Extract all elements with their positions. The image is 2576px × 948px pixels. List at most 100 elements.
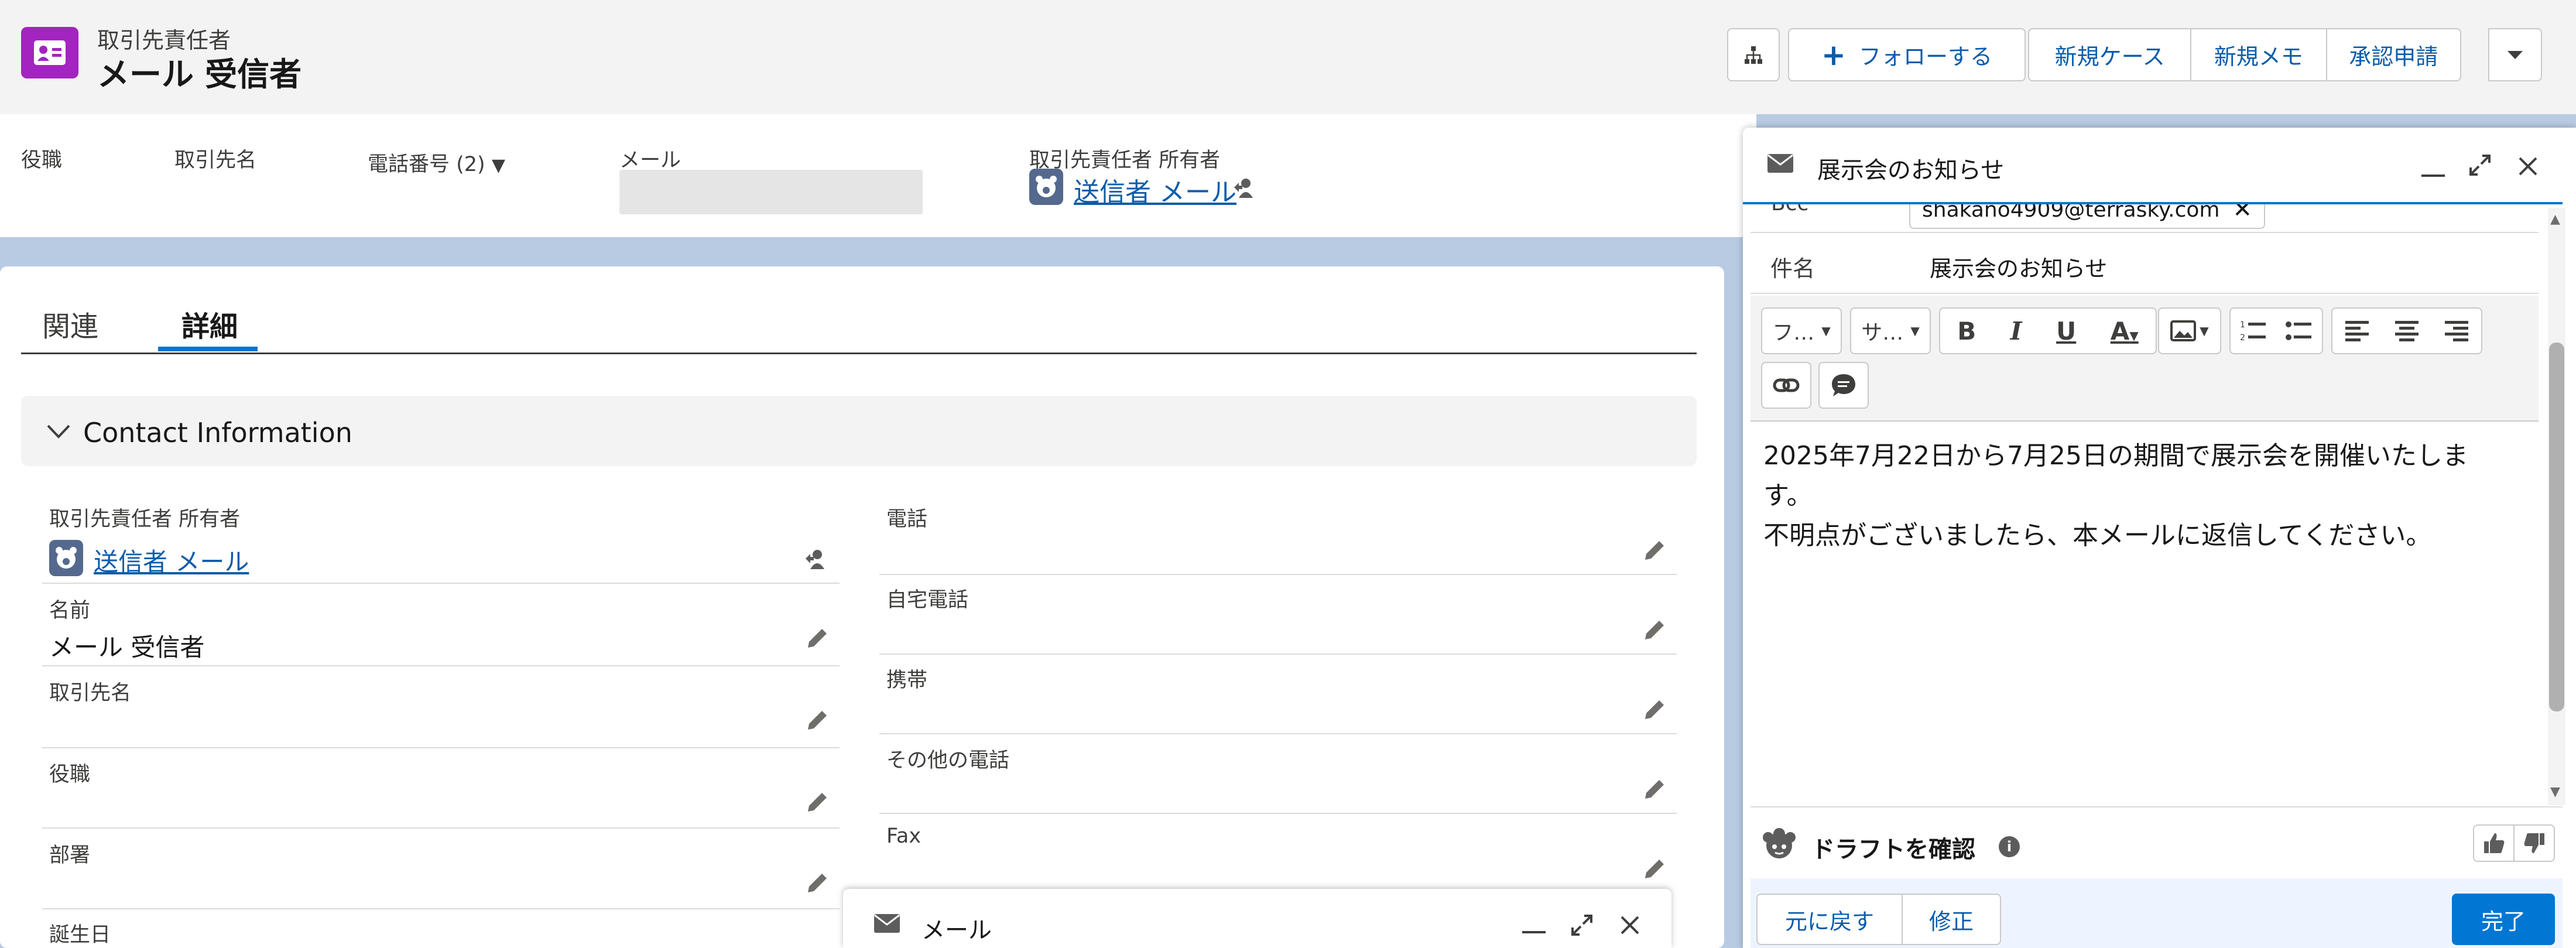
hierarchy-icon: [1745, 46, 1762, 64]
field-divider: [1751, 293, 2539, 294]
tab-underline: [21, 352, 1697, 354]
follow-label: フォローする: [1858, 44, 1992, 70]
text-color-icon[interactable]: A▼: [2111, 317, 2139, 345]
new-memo-button[interactable]: 新規メモ: [2191, 29, 2327, 80]
edit-fax-pencil-icon[interactable]: [1640, 855, 1669, 883]
svg-text:1: 1: [2240, 320, 2245, 330]
owner-avatar: [1029, 169, 1063, 205]
align-center-icon[interactable]: [2394, 320, 2420, 342]
feedback-buttons: [2473, 824, 2555, 862]
email-body-editor[interactable]: 2025年7月22日から7月25日の期間で展示会を開催いたしま す。 不明点がご…: [1763, 436, 2524, 805]
chat-bubble-icon: [1832, 374, 1855, 396]
underline-icon[interactable]: U: [2056, 317, 2076, 345]
bulleted-list-icon[interactable]: [2286, 319, 2313, 343]
field-value-name: メール 受信者: [49, 633, 205, 662]
contact-object-icon: [21, 27, 78, 78]
field-label-account: 取引先名: [49, 682, 132, 705]
font-family-value: フ…: [1772, 321, 1815, 345]
edit-home-phone-pencil-icon[interactable]: [1640, 616, 1669, 644]
numbered-list-icon[interactable]: 12: [2240, 319, 2267, 343]
field-label-owner: 取引先責任者 所有者: [49, 508, 241, 531]
align-left-icon[interactable]: [2344, 320, 2370, 342]
italic-icon[interactable]: I: [2010, 317, 2022, 345]
more-actions-button[interactable]: [2488, 28, 2542, 81]
edit-other-phone-pencil-icon[interactable]: [1640, 775, 1669, 803]
minimize-icon[interactable]: [1522, 931, 1546, 933]
follow-button[interactable]: + フォローする: [1788, 28, 2026, 81]
field-label-other-phone: その他の電話: [886, 749, 1010, 772]
scroll-up-icon[interactable]: ▲: [2550, 212, 2560, 227]
field-label-title: 役職: [49, 763, 91, 786]
active-tab-indicator: [158, 347, 258, 351]
new-case-button[interactable]: 新規ケース: [2029, 29, 2192, 80]
field-divider: [42, 665, 840, 666]
highlight-email-label: メール: [619, 149, 681, 172]
image-icon: [2170, 320, 2197, 341]
caret-down-icon: ▼: [491, 155, 505, 176]
font-size-select[interactable]: サ… ▼: [1850, 307, 1931, 354]
subject-input[interactable]: 展示会のお知らせ: [1930, 251, 2107, 283]
field-label-birthday: 誕生日: [49, 923, 111, 947]
edit-account-pencil-icon[interactable]: [803, 706, 831, 734]
minimize-icon[interactable]: [2421, 174, 2445, 177]
mini-mail-title: メール: [922, 917, 992, 944]
record-title: メール 受信者: [97, 56, 302, 93]
font-family-select[interactable]: フ… ▼: [1761, 307, 1842, 354]
edit-title-pencil-icon[interactable]: [803, 788, 831, 816]
remove-recipient-icon[interactable]: ✕: [2232, 204, 2252, 223]
edit-mobile-pencil-icon[interactable]: [1640, 696, 1669, 724]
edit-name-pencil-icon[interactable]: [803, 624, 831, 652]
bcc-recipient-pill[interactable]: shakano4909@terrasky.com ✕: [1909, 204, 2265, 229]
close-icon[interactable]: [2517, 156, 2539, 179]
field-label-home-phone: 自宅電話: [886, 588, 969, 612]
change-owner-icon[interactable]: [803, 547, 828, 574]
field-label-department: 部署: [49, 844, 91, 867]
tab-details[interactable]: 詳細: [181, 303, 238, 344]
owner-link[interactable]: 送信者 メール: [1074, 171, 1236, 208]
expand-icon[interactable]: [2468, 153, 2492, 179]
close-icon[interactable]: [1619, 915, 1640, 938]
einstein-icon: [1760, 828, 1799, 863]
action-button-group: 新規ケース 新規メモ 承認申請: [2028, 28, 2461, 81]
field-label-fax: Fax: [886, 824, 922, 848]
highlight-phone-label: 電話番号 (2): [368, 153, 485, 176]
field-divider: [42, 747, 840, 748]
field-divider: [879, 813, 1677, 814]
tab-related[interactable]: 関連: [42, 303, 98, 344]
scroll-down-icon[interactable]: ▼: [2550, 785, 2560, 799]
email-body-line: 不明点がございましたら、本メールに返信してください。: [1763, 521, 2432, 550]
modify-button[interactable]: 修正: [1902, 894, 2001, 945]
scrollbar-thumb[interactable]: [2549, 343, 2564, 711]
approval-request-button[interactable]: 承認申請: [2327, 29, 2460, 80]
thumbs-down-icon[interactable]: [2515, 826, 2554, 861]
info-icon[interactable]: i: [1999, 836, 2020, 857]
field-divider: [879, 733, 1677, 734]
insert-image-button[interactable]: ▼: [2158, 307, 2221, 354]
done-button[interactable]: 完了: [2452, 894, 2555, 945]
thumbs-up-icon[interactable]: [2474, 826, 2515, 861]
field-value-owner[interactable]: 送信者 メール: [94, 542, 249, 578]
chevron-down-icon: [46, 423, 71, 443]
chevron-down-icon: [2508, 50, 2523, 59]
field-divider: [42, 827, 840, 829]
change-owner-icon[interactable]: [1232, 176, 1256, 203]
align-right-icon[interactable]: [2444, 320, 2469, 342]
field-divider: [1751, 232, 2539, 233]
highlight-account-label: 取引先名: [174, 149, 257, 172]
email-body-line: 2025年7月22日から7月25日の期間で展示会を開催いたしま: [1763, 441, 2468, 471]
expand-icon[interactable]: [1570, 913, 1594, 939]
field-divider: [879, 653, 1677, 655]
hierarchy-button[interactable]: [1727, 28, 1780, 81]
edit-department-pencil-icon[interactable]: [803, 869, 831, 897]
section-title: Contact Information: [83, 417, 352, 449]
field-label-phone: 電話: [886, 508, 928, 531]
insert-link-button[interactable]: [1761, 362, 1811, 409]
highlight-phone-dropdown[interactable]: 電話番号 (2) ▼: [368, 148, 505, 177]
bcc-label: Bcc: [1771, 204, 1808, 215]
insert-quick-text-button[interactable]: [1818, 362, 1869, 409]
bold-icon[interactable]: B: [1957, 317, 1976, 345]
email-icon: [873, 913, 900, 936]
list-group: 12: [2229, 307, 2323, 354]
undo-button[interactable]: 元に戻す: [1756, 894, 1903, 945]
edit-phone-pencil-icon[interactable]: [1640, 536, 1669, 564]
